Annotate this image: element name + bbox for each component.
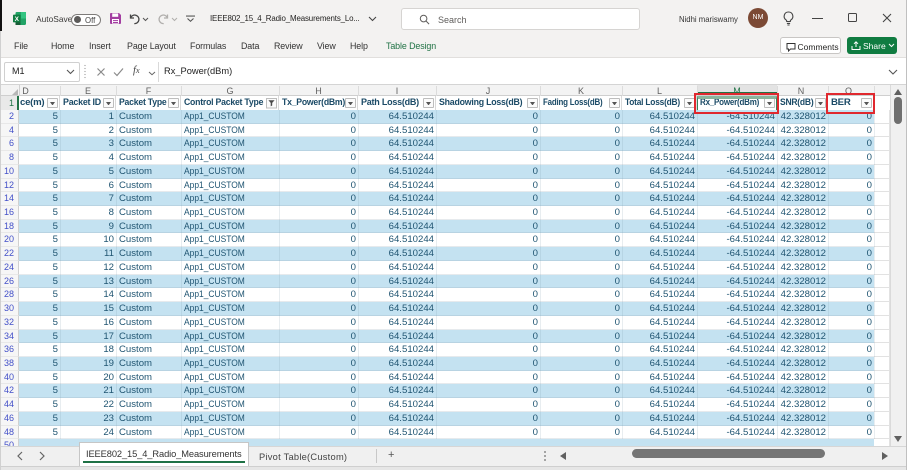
svg-text:X: X [15,16,20,23]
